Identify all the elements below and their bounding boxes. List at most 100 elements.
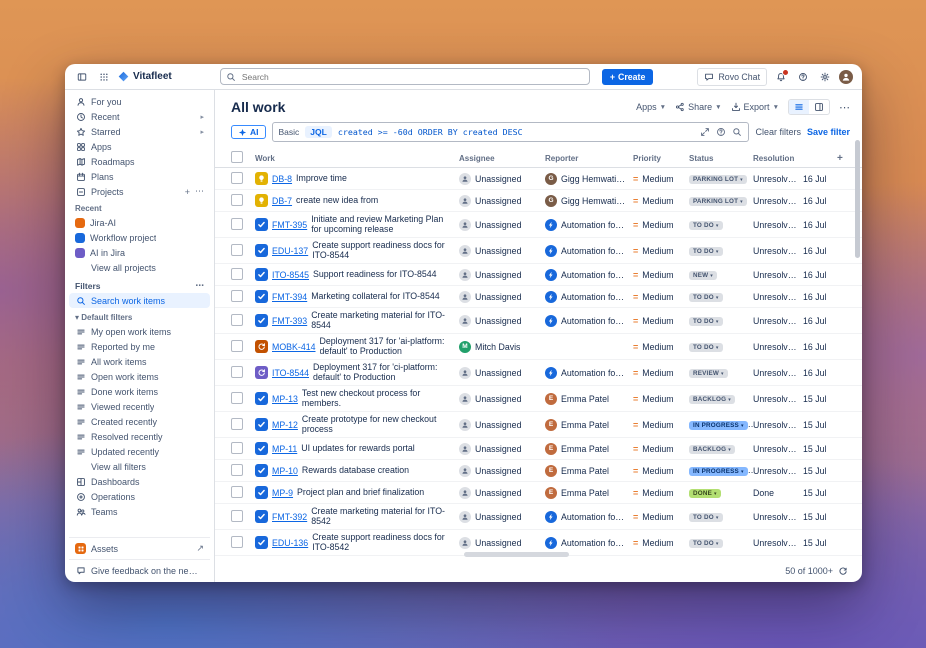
- work-item-key-link[interactable]: EDU-136: [272, 538, 308, 548]
- status-lozenge[interactable]: TO DO ▾: [689, 293, 723, 302]
- table-row[interactable]: MP-10 Rewards database creation Unassigned…: [215, 460, 862, 482]
- sidebar-project-workflow-project[interactable]: Workflow project: [69, 230, 210, 245]
- run-search-icon[interactable]: [732, 127, 742, 137]
- notifications-bell-icon[interactable]: [773, 68, 790, 85]
- status-lozenge[interactable]: TO DO ▾: [689, 513, 723, 522]
- table-row[interactable]: DB-8 Improve time Unassigned G Gigg Hemwatit…: [215, 168, 862, 190]
- table-row[interactable]: MP-9 Project plan and brief finalization U…: [215, 482, 862, 504]
- sidebar-item-for-you[interactable]: For you: [69, 94, 210, 109]
- status-lozenge[interactable]: DONE ▾: [689, 489, 721, 498]
- work-item-key-link[interactable]: MP-11: [272, 444, 297, 454]
- work-item-key-link[interactable]: MP-13: [272, 394, 298, 404]
- vertical-scrollbar[interactable]: [855, 140, 860, 258]
- open-external-icon[interactable]: ↗: [196, 543, 204, 554]
- column-header-resolution[interactable]: Resolution: [753, 154, 803, 163]
- work-item-key-link[interactable]: DB-8: [272, 174, 292, 184]
- status-lozenge[interactable]: PARKING LOT ▾: [689, 197, 747, 206]
- sidebar-item-done-work-items[interactable]: Done work items: [69, 384, 210, 399]
- jql-mode-button[interactable]: JQL: [305, 126, 332, 138]
- row-checkbox[interactable]: [231, 417, 243, 430]
- clear-filters-button[interactable]: Clear filters: [755, 127, 801, 137]
- column-header-status[interactable]: Status: [689, 154, 753, 163]
- sidebar-item-apps[interactable]: Apps: [69, 139, 210, 154]
- row-checkbox[interactable]: [231, 267, 243, 280]
- refresh-icon[interactable]: [838, 566, 848, 576]
- sidebar-item-updated-recently[interactable]: Updated recently: [69, 444, 210, 459]
- status-lozenge[interactable]: TO DO ▾: [689, 247, 723, 256]
- status-lozenge[interactable]: BACKLOG ▾: [689, 445, 735, 454]
- sidebar-item-plans[interactable]: Plans: [69, 169, 210, 184]
- row-checkbox[interactable]: [231, 535, 243, 548]
- horizontal-scrollbar[interactable]: [464, 552, 569, 557]
- sidebar-project-jira-ai[interactable]: Jira-AI: [69, 215, 210, 230]
- list-view-button[interactable]: [789, 100, 809, 114]
- status-lozenge[interactable]: PARKING LOT ▾: [689, 175, 747, 184]
- status-lozenge[interactable]: TO DO ▾: [689, 221, 723, 230]
- ai-button[interactable]: AI: [231, 125, 266, 139]
- global-search[interactable]: [219, 68, 590, 85]
- create-button[interactable]: + Create: [601, 68, 654, 85]
- work-item-key-link[interactable]: FMT-394: [272, 292, 307, 302]
- feedback-link[interactable]: Give feedback on the new nav...: [69, 563, 210, 578]
- sidebar-item-starred[interactable]: Starred ▸: [69, 124, 210, 139]
- table-row[interactable]: ITO-8544 Deployment 317 for 'ci-platform:…: [215, 360, 862, 386]
- table-row[interactable]: FMT-392 Create marketing material for ITO…: [215, 504, 862, 530]
- sidebar-project-ai-in-jira[interactable]: AI in Jira: [69, 245, 210, 260]
- table-row[interactable]: FMT-395 Initiate and review Marketing Pla…: [215, 212, 862, 238]
- sidebar-item-projects[interactable]: Projects + ⋯: [69, 184, 210, 199]
- sidebar-item-resolved-recently[interactable]: Resolved recently: [69, 429, 210, 444]
- share-button[interactable]: Share ▼: [675, 102, 722, 112]
- row-checkbox[interactable]: [231, 463, 243, 476]
- row-checkbox[interactable]: [231, 559, 243, 560]
- work-item-key-link[interactable]: MP-9: [272, 488, 293, 498]
- save-filter-button[interactable]: Save filter: [807, 127, 850, 137]
- select-all-checkbox[interactable]: [231, 151, 243, 163]
- work-item-key-link[interactable]: MP-10: [272, 466, 298, 476]
- sidebar-item-view-all-projects[interactable]: View all projects: [69, 260, 210, 275]
- sidebar-item-roadmaps[interactable]: Roadmaps: [69, 154, 210, 169]
- row-checkbox[interactable]: [231, 217, 243, 230]
- work-item-key-link[interactable]: ITO-8545: [272, 270, 309, 280]
- apps-dropdown[interactable]: Apps ▼: [636, 102, 666, 112]
- expand-icon[interactable]: [700, 127, 710, 137]
- table-row[interactable]: ITO-8545 Support readiness for ITO-8544 Un…: [215, 264, 862, 286]
- row-checkbox[interactable]: [231, 339, 243, 352]
- sidebar-item-created-recently[interactable]: Created recently: [69, 414, 210, 429]
- status-lozenge[interactable]: BACKLOG ▾: [689, 395, 735, 404]
- status-lozenge[interactable]: TO DO ▾: [689, 539, 723, 548]
- status-lozenge[interactable]: IN PROGRESS ▾: [689, 467, 748, 476]
- sidebar-item-view-all-filters[interactable]: View all filters: [69, 459, 210, 474]
- table-row[interactable]: MP-12 Create prototype for new checkout p…: [215, 412, 862, 438]
- row-checkbox[interactable]: [231, 193, 243, 206]
- table-row[interactable]: DB-7 create new idea from Unassigned G Gigg …: [215, 190, 862, 212]
- settings-gear-icon[interactable]: [817, 69, 833, 85]
- more-icon[interactable]: ⋯: [195, 186, 204, 197]
- table-row[interactable]: FMT-394 Marketing collateral for ITO-8544…: [215, 286, 862, 308]
- work-item-key-link[interactable]: ITO-8544: [272, 368, 309, 378]
- sidebar-item-reported-by-me[interactable]: Reported by me: [69, 339, 210, 354]
- sidebar-item-assets[interactable]: Assets ↗: [69, 541, 210, 556]
- status-lozenge[interactable]: NEW ▾: [689, 271, 718, 280]
- work-item-key-link[interactable]: MOBK-414: [272, 342, 316, 352]
- export-button[interactable]: Export ▼: [731, 102, 779, 112]
- sidebar-item-open-work-items[interactable]: Open work items: [69, 369, 210, 384]
- brand-logo[interactable]: Vitafleet: [118, 71, 172, 82]
- row-checkbox[interactable]: [231, 485, 243, 498]
- column-header-work[interactable]: Work: [255, 154, 459, 163]
- work-item-key-link[interactable]: EDU-137: [272, 246, 308, 256]
- sidebar-item-teams[interactable]: Teams: [69, 504, 210, 519]
- table-row[interactable]: MP-13 Test new checkout process for membe…: [215, 386, 862, 412]
- row-checkbox[interactable]: [231, 171, 243, 184]
- add-column-button[interactable]: +: [837, 153, 855, 164]
- status-lozenge[interactable]: REVIEW ▾: [689, 369, 728, 378]
- row-checkbox[interactable]: [231, 441, 243, 454]
- column-header-reporter[interactable]: Reporter: [545, 154, 633, 163]
- row-checkbox[interactable]: [231, 365, 243, 378]
- detail-view-button[interactable]: [809, 100, 829, 114]
- row-checkbox[interactable]: [231, 243, 243, 256]
- table-row[interactable]: MOBK-414 Deployment 317 for 'ai-platform:…: [215, 334, 862, 360]
- sidebar-item-my-open-work-items[interactable]: My open work items: [69, 324, 210, 339]
- sidebar-item-dashboards[interactable]: Dashboards: [69, 474, 210, 489]
- table-row[interactable]: FMT-393 Create marketing material for ITO…: [215, 308, 862, 334]
- rovo-chat-button[interactable]: Rovo Chat: [697, 67, 768, 86]
